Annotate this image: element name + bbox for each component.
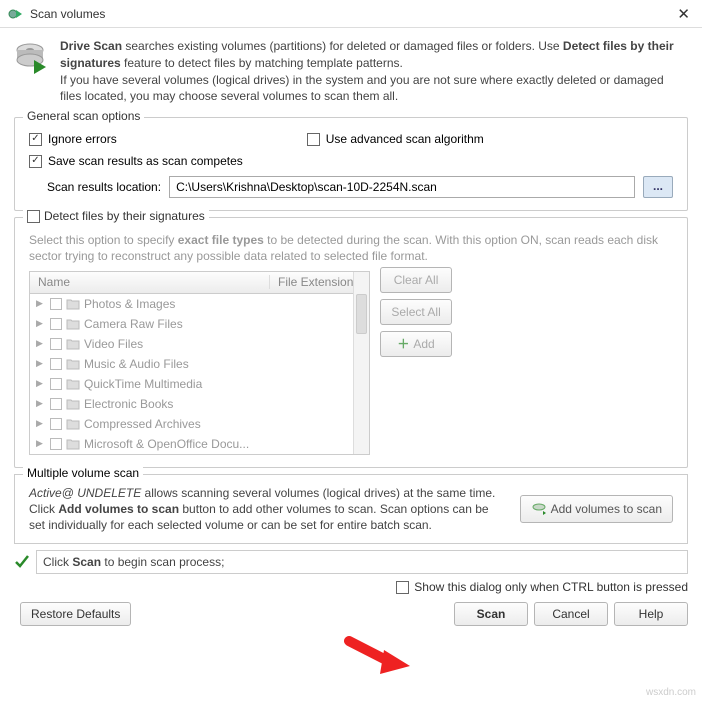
multiple-volume-scan: Multiple volume scan Active@ UNDELETE al…: [14, 474, 688, 545]
close-icon[interactable]: ✕: [673, 5, 694, 23]
list-item[interactable]: ▶Photos & Images: [30, 294, 353, 314]
chevron-right-icon: ▶: [36, 418, 46, 429]
save-results-label: Save scan results as scan competes: [48, 154, 243, 168]
item-check[interactable]: [50, 298, 62, 310]
detect-signatures: Detect files by their signatures Select …: [14, 217, 688, 467]
app-icon: [8, 6, 24, 22]
folder-icon: [66, 398, 80, 410]
save-results-checkbox[interactable]: [29, 155, 42, 168]
cancel-button[interactable]: Cancel: [534, 602, 608, 626]
clear-all-button[interactable]: Clear All: [380, 267, 451, 293]
ignore-errors-checkbox[interactable]: [29, 133, 42, 146]
advanced-algo-checkbox[interactable]: [307, 133, 320, 146]
ignore-errors-label: Ignore errors: [48, 132, 117, 146]
item-check[interactable]: [50, 438, 62, 450]
list-item[interactable]: ▶Compressed Archives: [30, 414, 353, 434]
scan-button[interactable]: Scan: [454, 602, 528, 626]
intro-text: Drive Scan searches existing volumes (pa…: [60, 38, 688, 105]
multi-legend: Multiple volume scan: [23, 466, 143, 480]
signatures-desc: Select this option to specify exact file…: [29, 232, 673, 264]
list-item[interactable]: ▶Electronic Books: [30, 394, 353, 414]
folder-icon: [66, 378, 80, 390]
folder-icon: [66, 318, 80, 330]
item-check[interactable]: [50, 358, 62, 370]
annotation-arrow: [344, 636, 414, 676]
window-title: Scan volumes: [30, 7, 673, 21]
chevron-right-icon: ▶: [36, 378, 46, 389]
restore-defaults-button[interactable]: Restore Defaults: [20, 602, 131, 626]
chevron-right-icon: ▶: [36, 358, 46, 369]
list-item[interactable]: ▶Video Files: [30, 334, 353, 354]
item-check[interactable]: [50, 318, 62, 330]
chevron-right-icon: ▶: [36, 398, 46, 409]
chevron-right-icon: ▶: [36, 338, 46, 349]
file-types-table: Name File Extension ▶Photos & Images▶Cam…: [29, 271, 370, 455]
location-label: Scan results location:: [47, 180, 161, 194]
chevron-right-icon: ▶: [36, 318, 46, 329]
item-check[interactable]: [50, 418, 62, 430]
folder-icon: [66, 418, 80, 430]
item-check[interactable]: [50, 378, 62, 390]
drive-scan-icon: [14, 38, 50, 74]
list-item[interactable]: ▶Camera Raw Files: [30, 314, 353, 334]
folder-icon: [66, 438, 80, 450]
scrollbar[interactable]: [353, 272, 369, 454]
folder-icon: [66, 298, 80, 310]
drive-icon: [531, 501, 547, 517]
col-name[interactable]: Name: [30, 275, 270, 289]
chevron-right-icon: ▶: [36, 298, 46, 309]
folder-icon: [66, 338, 80, 350]
select-all-button[interactable]: Select All: [380, 299, 451, 325]
folder-icon: [66, 358, 80, 370]
multi-text: Active@ UNDELETE allows scanning several…: [29, 485, 506, 534]
plus-icon: ＋: [397, 335, 409, 352]
location-input[interactable]: [169, 176, 635, 198]
watermark: wsxdn.com: [646, 687, 696, 698]
signatures-legend: Detect files by their signatures: [44, 209, 205, 223]
show-dialog-label: Show this dialog only when CTRL button i…: [414, 580, 688, 594]
general-scan-options: General scan options Ignore errors Use a…: [14, 117, 688, 211]
signatures-checkbox[interactable]: [27, 210, 40, 223]
help-button[interactable]: Help: [614, 602, 688, 626]
col-ext[interactable]: File Extension: [270, 275, 353, 289]
list-item[interactable]: ▶QuickTime Multimedia: [30, 374, 353, 394]
chevron-right-icon: ▶: [36, 438, 46, 449]
show-dialog-checkbox[interactable]: [396, 581, 409, 594]
browse-button[interactable]: ...: [643, 176, 673, 198]
add-button[interactable]: ＋Add: [380, 331, 451, 357]
hint-text: Click Scan to begin scan process;: [36, 550, 688, 574]
item-check[interactable]: [50, 398, 62, 410]
list-item[interactable]: ▶Microsoft & OpenOffice Docu...: [30, 434, 353, 454]
item-check[interactable]: [50, 338, 62, 350]
general-legend: General scan options: [23, 109, 144, 123]
check-icon: [14, 554, 30, 570]
add-volumes-button[interactable]: Add volumes to scan: [520, 495, 673, 523]
advanced-algo-label: Use advanced scan algorithm: [326, 132, 484, 146]
list-item[interactable]: ▶Music & Audio Files: [30, 354, 353, 374]
